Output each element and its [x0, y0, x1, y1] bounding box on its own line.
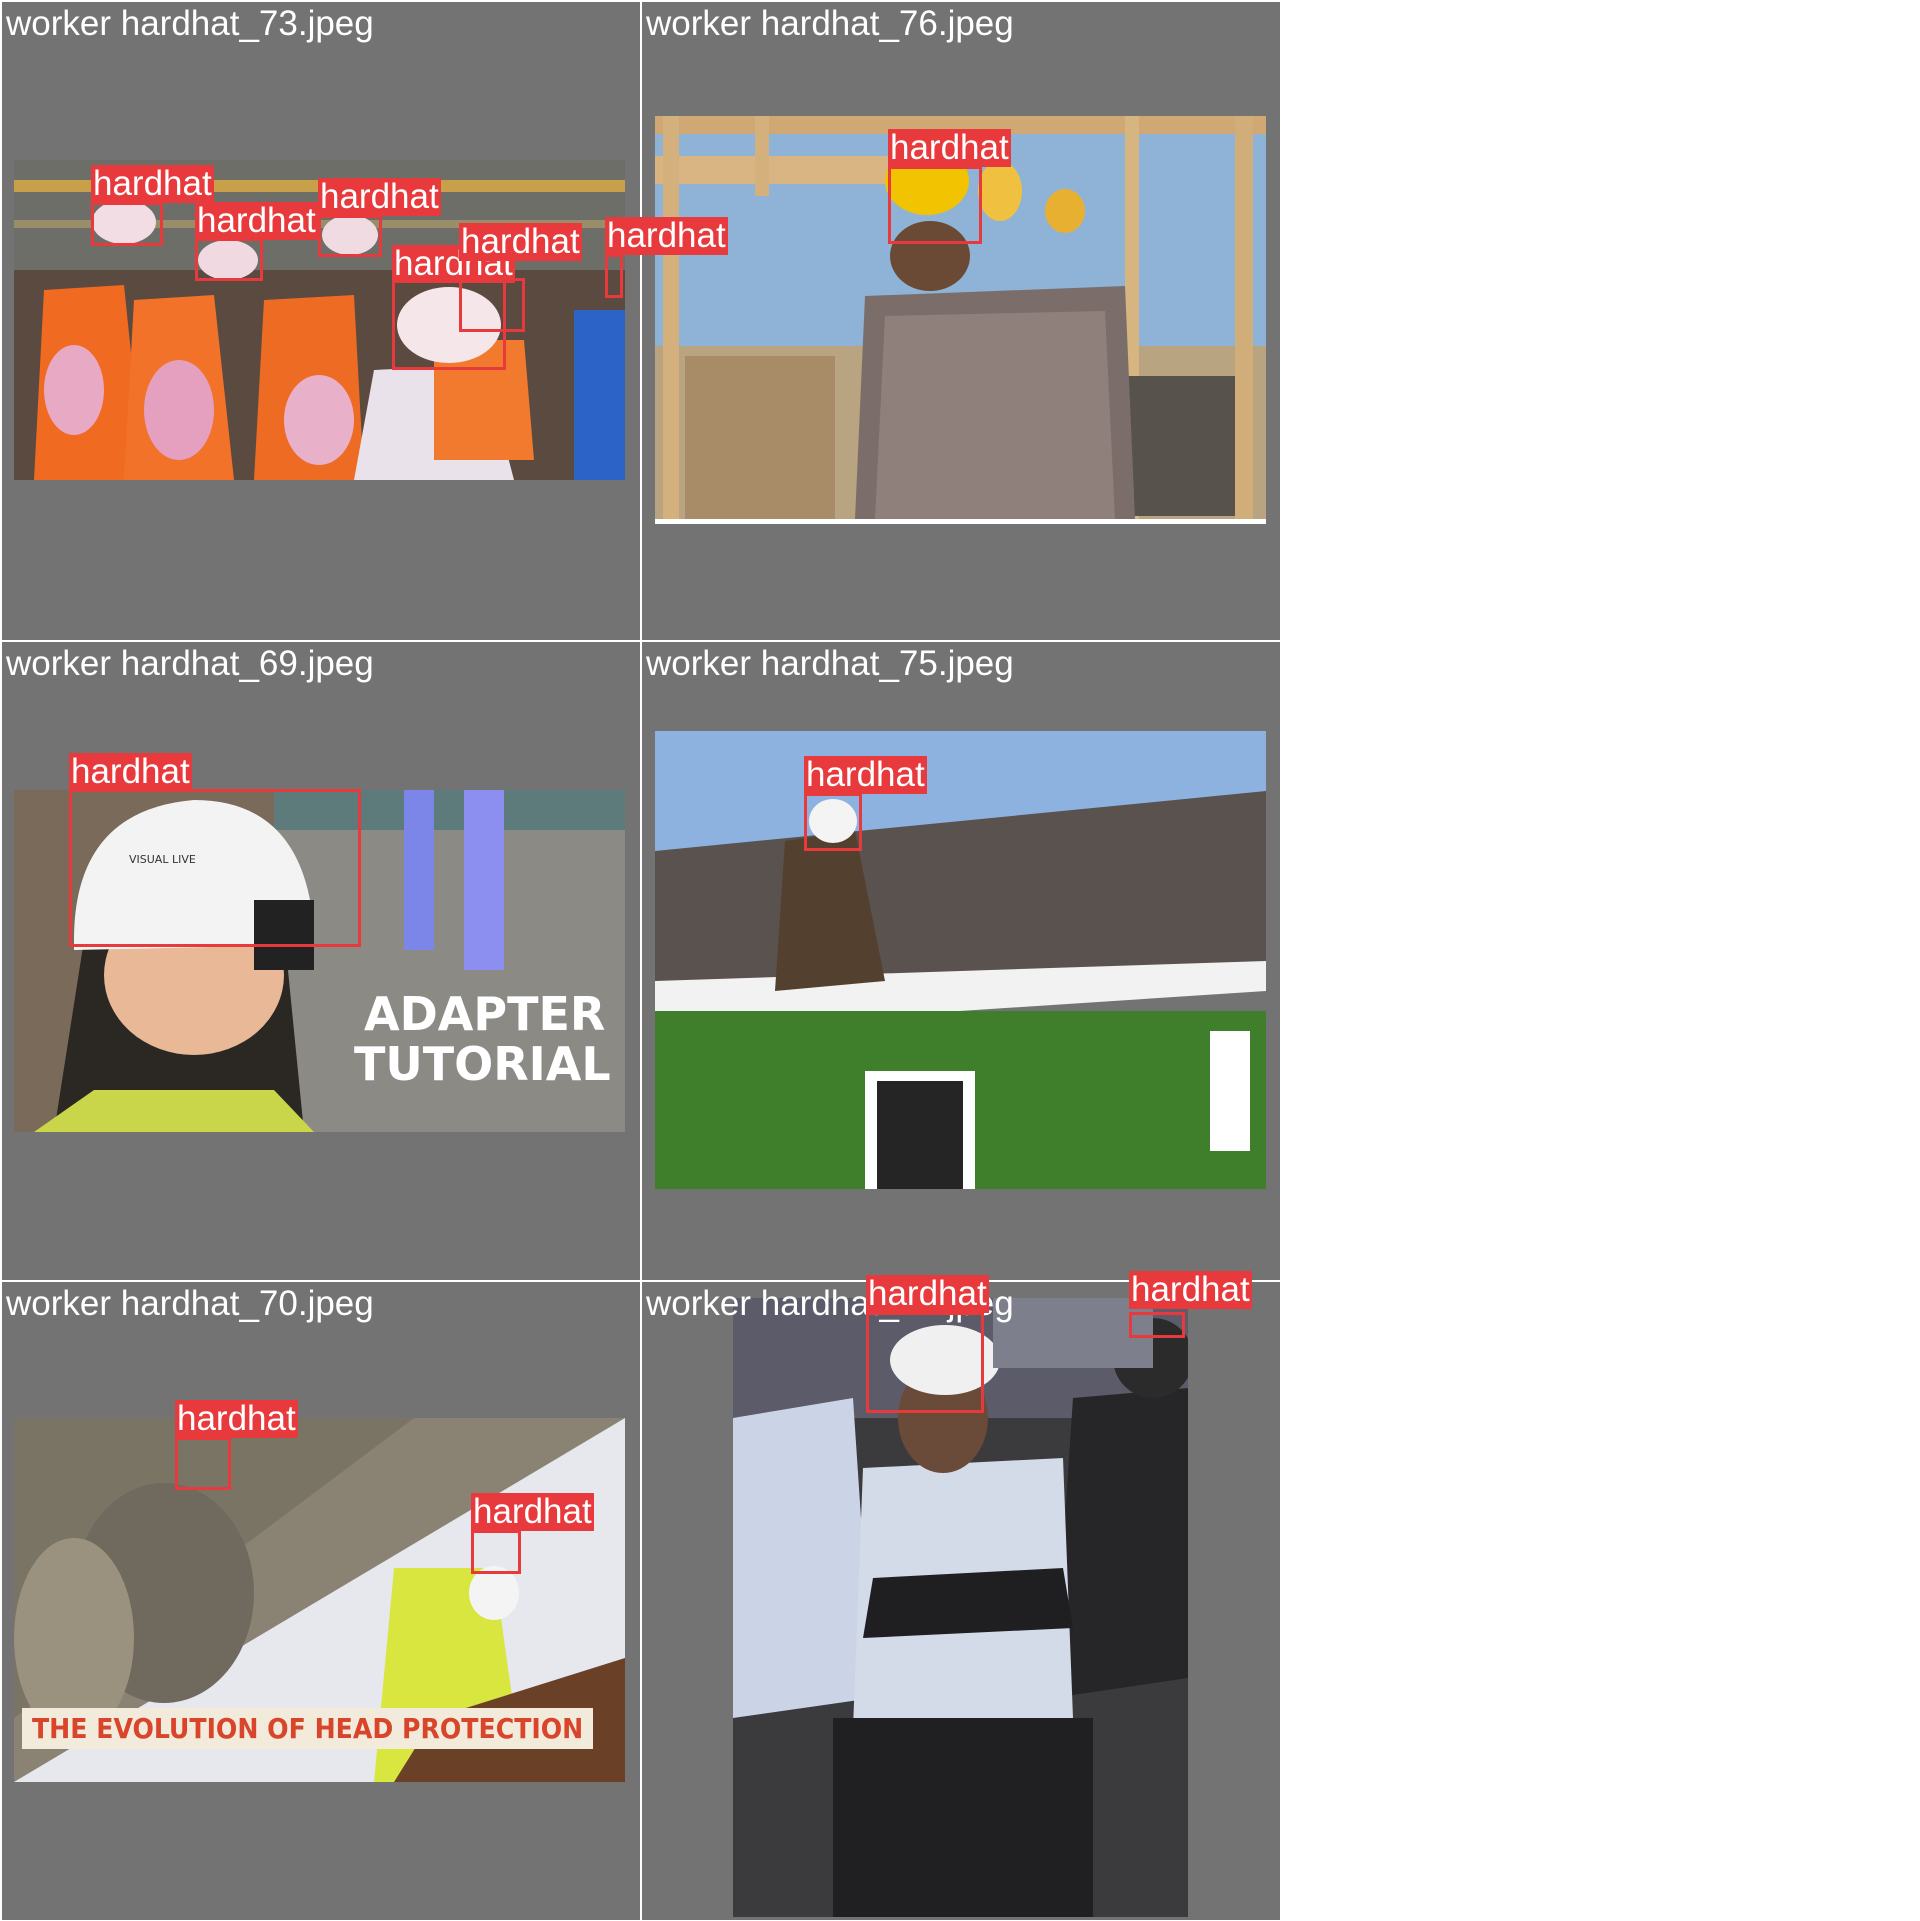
- detection-box: [866, 1312, 984, 1413]
- detection-label: hardhat: [605, 216, 728, 255]
- cell-title: worker hardhat_73.jpeg: [6, 4, 374, 43]
- detection-box: [175, 1437, 231, 1490]
- detection-box: [605, 254, 623, 298]
- detection-label: hardhat: [866, 1274, 989, 1313]
- detection-label: hardhat: [195, 201, 318, 240]
- detection-box: [888, 166, 982, 244]
- image-cell-75: worker hardhat_75.jpeg hardhat: [642, 642, 1280, 1280]
- worker-photo: [655, 731, 1266, 1189]
- image-cell-70: worker hardhat_70.jpeg THE EVOLUTION OF …: [2, 1282, 640, 1920]
- detection-label: hardhat: [1129, 1270, 1252, 1309]
- cell-title: worker hardhat_69.jpeg: [6, 644, 374, 683]
- detection-label: hardhat: [69, 752, 192, 791]
- cell-title: worker hardhat_70.jpeg: [6, 1284, 374, 1323]
- detection-label: hardhat: [804, 755, 927, 794]
- detection-box: [69, 789, 361, 947]
- image-grid: worker hardhat_73.jpeg hardhat hardhat h…: [0, 0, 1281, 1921]
- detection-label: hardhat: [175, 1399, 298, 1438]
- photo-roofer: [655, 731, 1266, 1189]
- detection-label: hardhat: [471, 1492, 594, 1531]
- detection-box: [1129, 1312, 1185, 1338]
- detection-box: [91, 202, 163, 246]
- overlay-title-line1: ADAPTER: [364, 987, 606, 1041]
- image-cell-73: worker hardhat_73.jpeg hardhat hardhat h…: [2, 2, 728, 640]
- detection-label: hardhat: [888, 128, 1011, 167]
- image-cell-71: worker hardhat_71.jpeg hardhat hardhat: [642, 1271, 1280, 1920]
- worker-photo: THE EVOLUTION OF HEAD PROTECTION: [14, 1418, 625, 1782]
- video-banner: THE EVOLUTION OF HEAD PROTECTION: [22, 1708, 594, 1749]
- detection-box: [195, 238, 263, 281]
- detection-box: [471, 1530, 521, 1574]
- detection-box: [804, 793, 862, 851]
- image-cell-76: worker hardhat_76.jpeg hardhat: [642, 2, 1280, 640]
- detection-label: hardhat: [318, 177, 441, 216]
- detection-label: hardhat: [91, 164, 214, 203]
- detection-box: [459, 278, 525, 332]
- detection-box: [318, 215, 382, 257]
- detection-label: hardhat: [459, 222, 582, 261]
- cell-title: worker hardhat_75.jpeg: [646, 644, 1014, 683]
- overlay-title-line2: TUTORIAL: [354, 1037, 611, 1091]
- cell-title: worker hardhat_76.jpeg: [646, 4, 1014, 43]
- image-cell-69: worker hardhat_69.jpeg ADAPTER TUTORIAL …: [2, 642, 640, 1280]
